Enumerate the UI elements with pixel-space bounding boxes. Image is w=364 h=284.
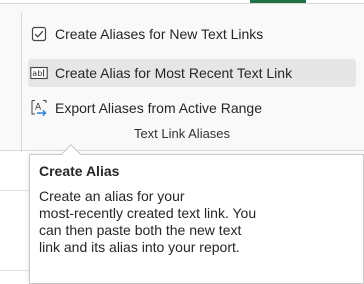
text-link-aliases-group: Create Aliases for New Text Links ab Cre…: [0, 4, 364, 152]
ribbon-bottom-divider: [0, 150, 364, 151]
export-icon: A: [30, 99, 48, 117]
tooltip-text-line: can then paste both the new text: [39, 222, 242, 238]
tooltip-title: Create Alias: [39, 163, 120, 179]
menu-item-label: Export Aliases from Active Range: [55, 100, 262, 116]
group-label: Text Link Aliases: [133, 126, 231, 141]
create-aliases-for-new-text-links-button[interactable]: Create Aliases for New Text Links: [30, 20, 263, 48]
svg-text:A: A: [35, 103, 42, 113]
export-aliases-from-active-range-button[interactable]: A Export Aliases from Active Range: [30, 94, 262, 122]
create-alias-for-most-recent-text-link-button[interactable]: ab Create Alias for Most Recent Text Lin…: [28, 59, 356, 87]
svg-text:ab: ab: [32, 69, 42, 78]
menu-item-label: Create Aliases for New Text Links: [55, 26, 264, 42]
tooltip-text-line: most-recently created text link. You: [39, 205, 257, 221]
checkbox-icon: [30, 25, 48, 43]
tooltip-text-line: link and its alias into your report.: [39, 239, 240, 255]
create-alias-tooltip: Create Alias Create an alias for your mo…: [29, 154, 364, 284]
tooltip-text-line: Create an alias for your: [39, 188, 185, 204]
menu-item-label: Create Alias for Most Recent Text Link: [55, 65, 293, 81]
text-field-icon: ab: [30, 64, 48, 82]
